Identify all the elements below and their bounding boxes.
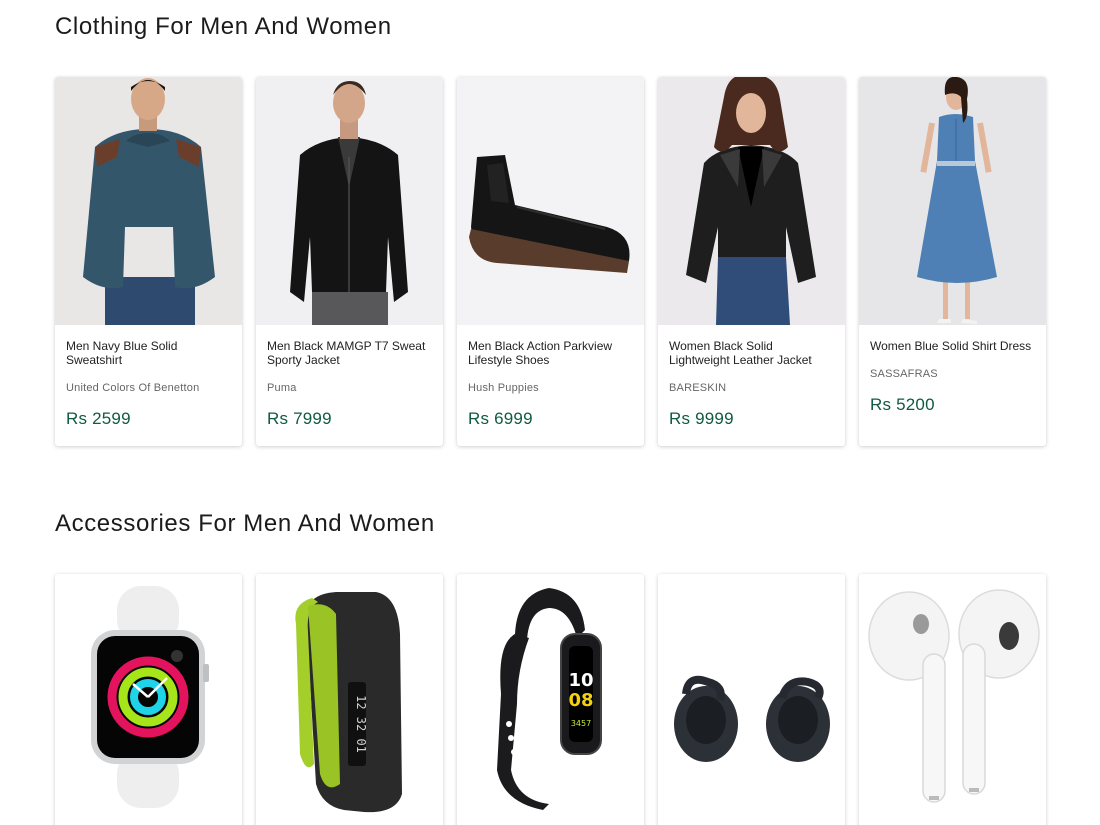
leather-jacket-image[interactable] [658,77,845,325]
product-card-fitness-tracker[interactable]: 10 08 3457 [457,574,644,825]
product-brand: BARESKIN [669,382,727,394]
product-price: Rs 7999 [267,409,332,428]
clothing-product-row: Men Navy Blue Solid Sweatshirt United Co… [55,77,1046,446]
dress-image[interactable] [859,77,1046,325]
product-name[interactable]: Women Black Solid Lightweight Leather Ja… [669,339,834,367]
smartwatch-image[interactable] [55,574,242,822]
product-name[interactable]: Men Black Action Parkview Lifestyle Shoe… [468,339,633,367]
sweatshirt-image[interactable] [55,77,242,325]
fitness-band-image[interactable]: 12 32 01 [256,574,443,822]
product-price: Rs 9999 [669,409,734,428]
product-name[interactable]: Men Navy Blue Solid Sweatshirt [66,339,231,367]
product-card-shoes[interactable]: Men Black Action Parkview Lifestyle Shoe… [457,77,644,446]
product-card-earbuds[interactable] [658,574,845,825]
product-brand: SASSAFRAS [870,368,938,380]
shoe-image[interactable] [457,77,644,325]
product-name[interactable]: Men Black MAMGP T7 Sweat Sporty Jacket [267,339,432,367]
product-brand: United Colors Of Benetton [66,382,200,394]
band-display-text: 12 32 01 [354,695,368,753]
tracker-steps: 3457 [571,719,591,728]
product-card-smartwatch[interactable] [55,574,242,825]
accessories-product-row: 12 32 01 10 08 3457 [55,574,1046,825]
airpods-image[interactable] [859,574,1046,822]
product-price: Rs 5200 [870,395,935,414]
clothing-section-title: Clothing For Men And Women [55,13,392,40]
jacket-image[interactable] [256,77,443,325]
tracker-hour: 10 [568,670,593,691]
product-brand: Hush Puppies [468,382,539,394]
product-price: Rs 6999 [468,409,533,428]
product-card-sporty-jacket[interactable]: Men Black MAMGP T7 Sweat Sporty Jacket P… [256,77,443,446]
product-card-shirt-dress[interactable]: Women Blue Solid Shirt Dress SASSAFRAS R… [859,77,1046,446]
fitness-tracker-image[interactable]: 10 08 3457 [457,574,644,822]
product-card-fitness-band[interactable]: 12 32 01 [256,574,443,825]
product-card-leather-jacket[interactable]: Women Black Solid Lightweight Leather Ja… [658,77,845,446]
product-price: Rs 2599 [66,409,131,428]
earbuds-image[interactable] [658,574,845,822]
product-card-sweatshirt[interactable]: Men Navy Blue Solid Sweatshirt United Co… [55,77,242,446]
product-card-airpods[interactable] [859,574,1046,825]
tracker-minute: 08 [568,690,593,711]
product-brand: Puma [267,382,297,394]
product-name[interactable]: Women Blue Solid Shirt Dress [870,339,1035,353]
accessories-section-title: Accessories For Men And Women [55,510,435,537]
